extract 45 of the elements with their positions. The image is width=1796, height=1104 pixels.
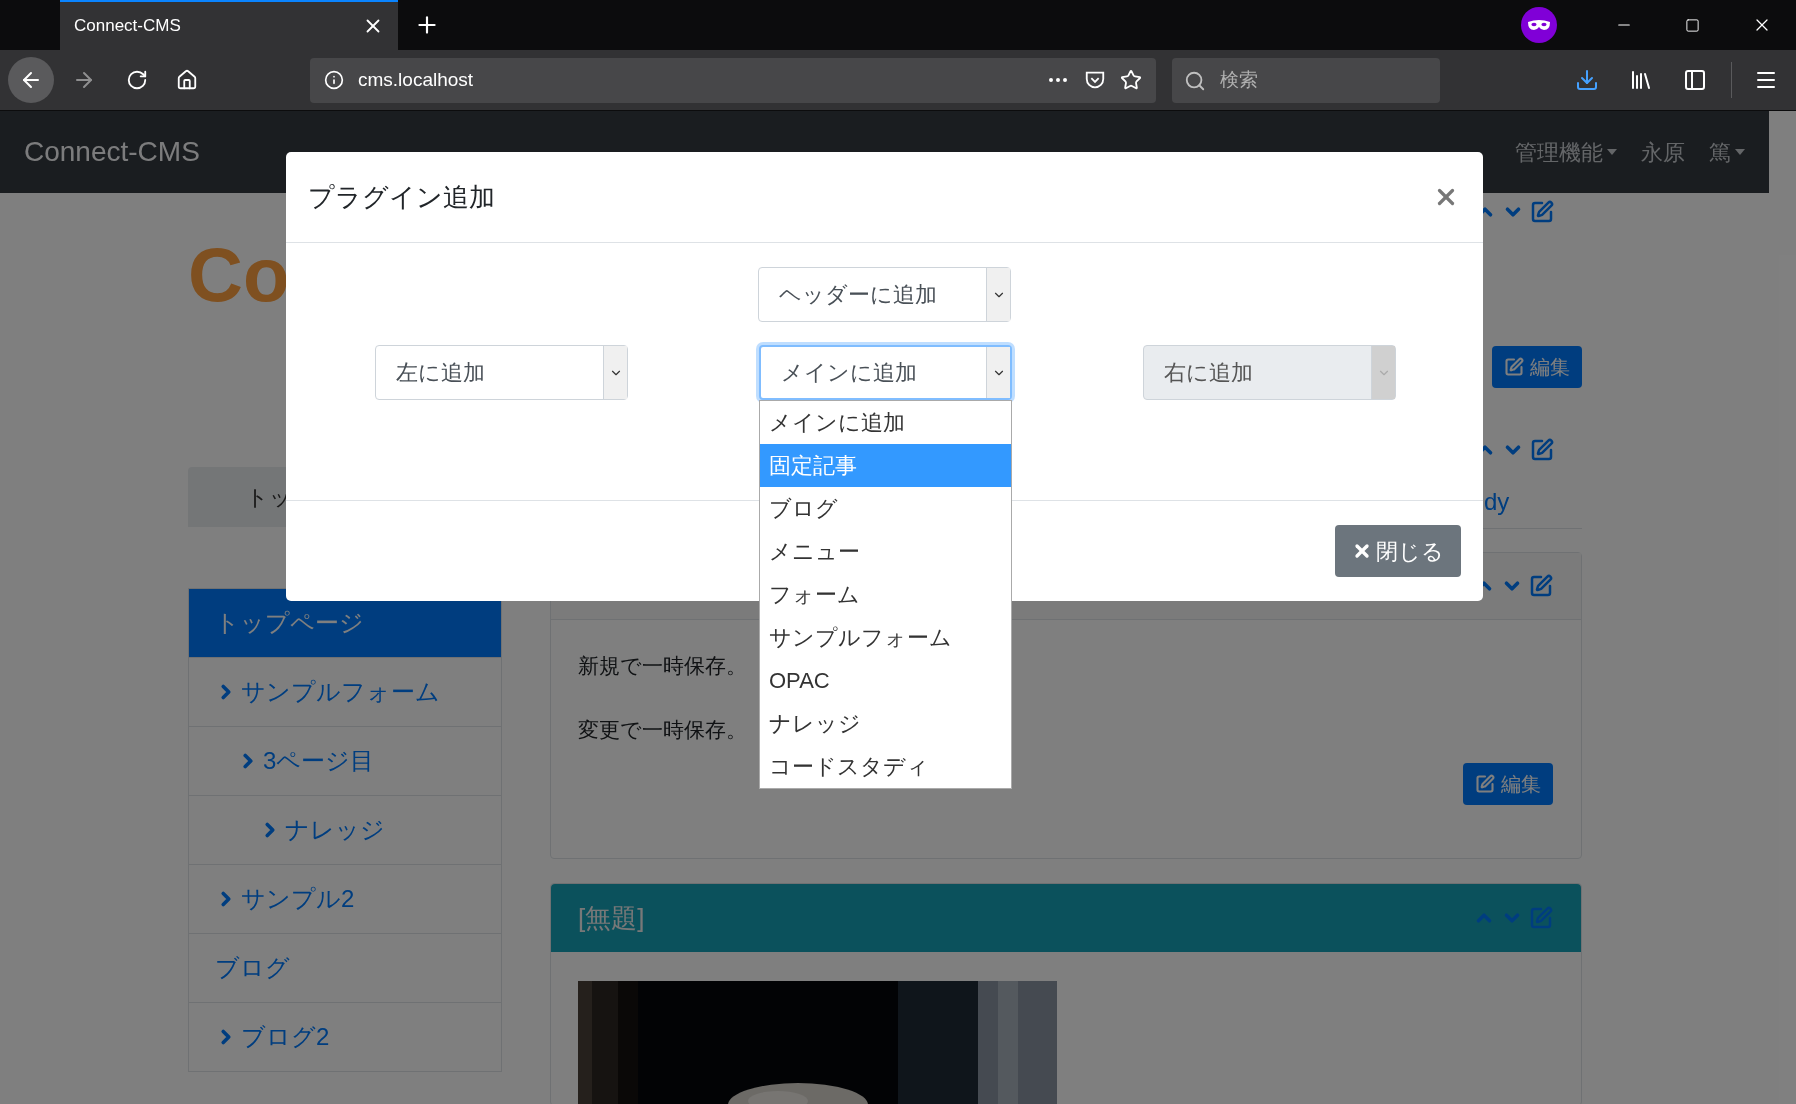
- site-logo: Co: [188, 237, 291, 317]
- sidebar-item[interactable]: ナレッジ: [188, 795, 502, 865]
- navbar-item[interactable]: 永原: [1641, 135, 1685, 169]
- sidebar-item[interactable]: サンプルフォーム: [188, 657, 502, 727]
- select-field[interactable]: 左に追加: [375, 345, 628, 400]
- sidebar-icon[interactable]: [1683, 68, 1707, 92]
- edit-button[interactable]: 編集: [1463, 763, 1553, 805]
- search-field[interactable]: 検索: [1172, 57, 1440, 103]
- private-mask-icon: [1521, 7, 1557, 43]
- browser-tab[interactable]: Connect-CMS: [60, 0, 398, 50]
- bookmark-star-icon[interactable]: [1120, 69, 1142, 91]
- reload-icon[interactable]: [126, 69, 148, 91]
- sidebar-item[interactable]: ブログ: [188, 933, 502, 1003]
- edit-icon[interactable]: [1529, 574, 1553, 598]
- page-link[interactable]: dy: [1484, 488, 1510, 515]
- navbar-item[interactable]: 管理機能: [1515, 135, 1617, 169]
- select-field[interactable]: ヘッダーに追加: [758, 267, 1011, 322]
- close-button[interactable]: 閉じる: [1335, 525, 1461, 577]
- tab-title: Connect-CMS: [74, 15, 181, 38]
- select-field[interactable]: メインに追加: [759, 345, 1012, 400]
- home-icon[interactable]: [176, 69, 198, 91]
- navbar-item[interactable]: 篤: [1709, 135, 1745, 169]
- modal-title: プラグイン追加: [308, 180, 495, 214]
- card-text: 変更で一時保存。: [578, 716, 747, 743]
- library-icon[interactable]: [1629, 68, 1653, 92]
- sidebar-item[interactable]: 3ページ目: [188, 726, 502, 796]
- url-bar[interactable]: cms.localhost: [310, 57, 1156, 103]
- info-icon[interactable]: [324, 70, 344, 90]
- download-icon[interactable]: [1575, 68, 1599, 92]
- edit-icon[interactable]: [1530, 200, 1554, 224]
- card-title: [無題]: [578, 901, 645, 935]
- edit-icon: [1475, 774, 1495, 794]
- close-x-icon: [1352, 541, 1372, 561]
- edit-icon: [1504, 357, 1524, 377]
- sidebar-item[interactable]: サンプル2: [188, 864, 502, 934]
- back-button[interactable]: [8, 57, 54, 103]
- edit-icon[interactable]: [1530, 438, 1554, 462]
- url-text: cms.localhost: [358, 67, 475, 92]
- maximize-icon[interactable]: [1685, 17, 1700, 33]
- search-icon: [1184, 69, 1206, 92]
- card-text: 新規で一時保存。: [578, 653, 747, 679]
- pocket-icon[interactable]: [1084, 69, 1106, 91]
- sidebar-item[interactable]: ブログ2: [188, 1002, 502, 1072]
- dropdown-option[interactable]: 固定記事: [760, 444, 1011, 487]
- edit-button[interactable]: 編集: [1492, 346, 1582, 388]
